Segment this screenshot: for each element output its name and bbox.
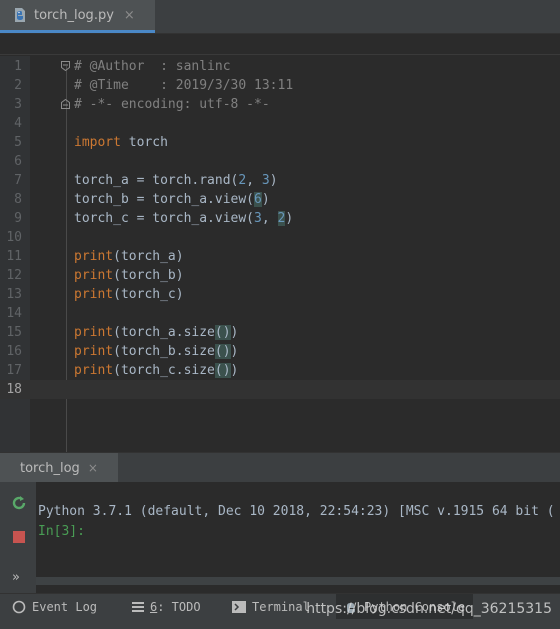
line-number: 15 xyxy=(6,325,22,340)
code-text: print(torch_c.size()) xyxy=(74,363,239,378)
code-line[interactable]: 4 xyxy=(0,114,560,133)
line-number: 18 xyxy=(6,382,22,397)
code-line[interactable]: 17 print(torch_c.size()) xyxy=(0,361,560,380)
line-number: 5 xyxy=(14,135,22,150)
line-number: 17 xyxy=(6,363,22,378)
code-text: # @Time : 2019/3/30 13:11 xyxy=(74,78,294,93)
python-file-icon xyxy=(15,8,25,22)
code-text: print(torch_c) xyxy=(74,287,184,302)
editor-breadcrumb-strip xyxy=(0,34,560,55)
event-log-icon xyxy=(12,600,26,614)
python-console-output[interactable]: Python 3.7.1 (default, Dec 10 2018, 22:5… xyxy=(36,482,560,593)
code-line[interactable]: 2 # @Time : 2019/3/30 13:11 xyxy=(0,76,560,95)
code-line[interactable]: 10 xyxy=(0,228,560,247)
run-toolbar: » xyxy=(0,482,37,593)
horizontal-scrollbar[interactable] xyxy=(36,577,560,585)
line-number: 11 xyxy=(6,249,22,264)
line-number: 7 xyxy=(14,173,22,188)
more-actions-icon[interactable]: » xyxy=(12,570,20,585)
fold-marker-icon[interactable] xyxy=(61,99,70,109)
terminal-icon xyxy=(232,601,246,613)
line-number: 16 xyxy=(6,344,22,359)
console-prompt: In[3]: xyxy=(38,524,85,539)
run-tab-close-icon[interactable]: × xyxy=(88,461,98,475)
line-number: 10 xyxy=(6,230,22,245)
line-number: 8 xyxy=(14,192,22,207)
code-line[interactable]: 15 print(torch_a.size()) xyxy=(0,323,560,342)
code-text: torch_a = torch.rand(2, 3) xyxy=(74,173,278,188)
console-banner-line: Python 3.7.1 (default, Dec 10 2018, 22:5… xyxy=(38,504,555,519)
code-line[interactable]: 16 print(torch_b.size()) xyxy=(0,342,560,361)
line-number: 12 xyxy=(6,268,22,283)
stop-icon[interactable] xyxy=(10,528,28,546)
tab-torch-log-py[interactable]: torch_log.py × xyxy=(0,0,155,33)
run-tab-label: torch_log xyxy=(20,460,80,476)
editor-tab-bar: torch_log.py × xyxy=(0,0,560,34)
code-line[interactable]: 9 torch_c = torch_a.view(3, 2) xyxy=(0,209,560,228)
code-text: print(torch_b) xyxy=(74,268,184,283)
code-text: torch_b = torch_a.view(6) xyxy=(74,192,270,207)
event-log-label: Event Log xyxy=(32,600,98,614)
code-line[interactable]: 7 torch_a = torch.rand(2, 3) xyxy=(0,171,560,190)
code-text: # @Author : sanlinc xyxy=(74,59,231,74)
code-line[interactable]: 6 xyxy=(0,152,560,171)
code-text: print(torch_b.size()) xyxy=(74,344,239,359)
code-text: print(torch_a) xyxy=(74,249,184,264)
rerun-icon[interactable] xyxy=(10,494,28,512)
code-line[interactable]: 12 print(torch_b) xyxy=(0,266,560,285)
line-number: 1 xyxy=(14,59,22,74)
terminal-label: Terminal xyxy=(252,600,310,614)
code-line[interactable]: 13 print(torch_c) xyxy=(0,285,560,304)
code-line[interactable]: 5 import torch xyxy=(0,133,560,152)
todo-button[interactable]: 6: TODO xyxy=(132,594,201,620)
code-text: print(torch_a.size()) xyxy=(74,325,239,340)
code-line[interactable]: 1 # @Author : sanlinc xyxy=(0,57,560,76)
todo-list-icon xyxy=(132,602,144,612)
watermark-url: https://blog.csdn.net/qq_36215315 xyxy=(306,601,552,617)
event-log-button[interactable]: Event Log xyxy=(12,594,97,620)
code-line[interactable]: 18 xyxy=(0,380,560,399)
line-number: 3 xyxy=(14,97,22,112)
line-number: 14 xyxy=(6,306,22,321)
line-number: 6 xyxy=(14,154,22,169)
todo-label: : TODO xyxy=(157,600,201,614)
bottom-status-strip xyxy=(0,619,560,629)
code-line[interactable]: 3 # -*- encoding: utf-8 -*- xyxy=(0,95,560,114)
line-number: 9 xyxy=(14,211,22,226)
run-tool-window-header: torch_log × xyxy=(0,452,560,483)
line-number: 13 xyxy=(6,287,22,302)
line-number: 4 xyxy=(14,116,22,131)
code-line[interactable]: 8 torch_b = torch_a.view(6) xyxy=(0,190,560,209)
tab-filename: torch_log.py xyxy=(34,7,114,23)
code-line[interactable]: 14 xyxy=(0,304,560,323)
fold-marker-icon[interactable] xyxy=(61,61,70,71)
run-tab-torch-log[interactable]: torch_log × xyxy=(0,453,118,483)
tab-close-icon[interactable]: × xyxy=(124,8,135,23)
code-editor[interactable]: 1 # @Author : sanlinc 2 # @Time : 2019/3/30… xyxy=(0,56,560,452)
terminal-button[interactable]: Terminal xyxy=(232,594,310,620)
code-text: # -*- encoding: utf-8 -*- xyxy=(74,97,270,112)
code-text: torch_c = torch_a.view(3, 2) xyxy=(74,211,294,226)
code-line[interactable]: 11 print(torch_a) xyxy=(0,247,560,266)
code-text: import torch xyxy=(74,135,168,150)
line-number: 2 xyxy=(14,78,22,93)
